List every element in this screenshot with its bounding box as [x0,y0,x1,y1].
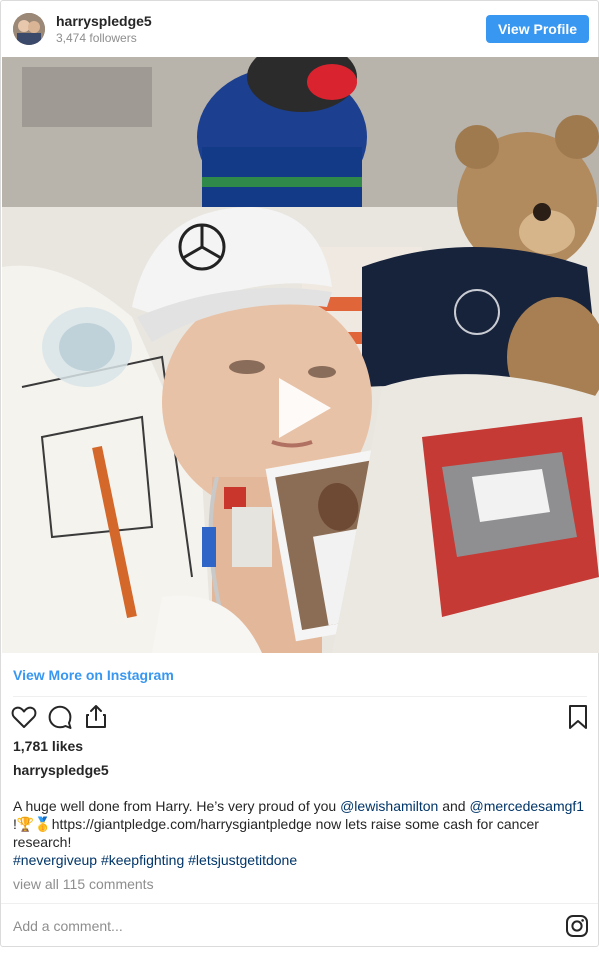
hashtag-row: #nevergiveup #keepfighting #letsjustgeti… [13,851,589,869]
avatar[interactable] [13,13,45,45]
caption-text: !🏆🥇https://giantpledge.com/harrysgiantpl… [13,816,539,850]
comment-bar: Add a comment... [1,903,598,947]
hashtag-letsjustgetitdone[interactable]: #letsjustgetitdone [188,852,297,868]
action-bar [1,703,598,731]
mention-mercedesamgf1[interactable]: @mercedesamgf1 [469,798,584,814]
divider [13,696,587,697]
mention-lewishamilton[interactable]: @lewishamilton [340,798,438,814]
caption-username[interactable]: harryspledge5 [13,762,109,778]
follower-count: 3,474 followers [56,31,137,45]
post-caption: A huge well done from Harry. He’s very p… [13,797,589,869]
add-comment-input[interactable]: Add a comment... [13,918,123,934]
view-all-comments-link[interactable]: view all 115 comments [13,876,154,892]
post-header: harryspledge5 3,474 followers View Profi… [1,1,598,57]
view-profile-button[interactable]: View Profile [486,15,589,43]
heart-icon[interactable] [10,703,38,731]
caption-text: A huge well done from Harry. He’s very p… [13,798,341,814]
share-icon[interactable] [82,703,110,731]
play-icon[interactable] [269,373,339,443]
post-video-thumbnail[interactable] [2,57,599,653]
caption-text: and [438,798,470,814]
instagram-logo-icon[interactable] [565,914,589,938]
instagram-embed-card: harryspledge5 3,474 followers View Profi… [0,0,599,947]
header-username[interactable]: harryspledge5 [56,13,152,29]
view-more-link[interactable]: View More on Instagram [13,667,174,683]
hashtag-nevergiveup[interactable]: #nevergiveup [13,852,97,868]
comment-icon[interactable] [46,703,74,731]
bookmark-icon[interactable] [564,703,592,731]
like-count[interactable]: 1,781 likes [13,738,83,754]
hashtag-keepfighting[interactable]: #keepfighting [101,852,184,868]
